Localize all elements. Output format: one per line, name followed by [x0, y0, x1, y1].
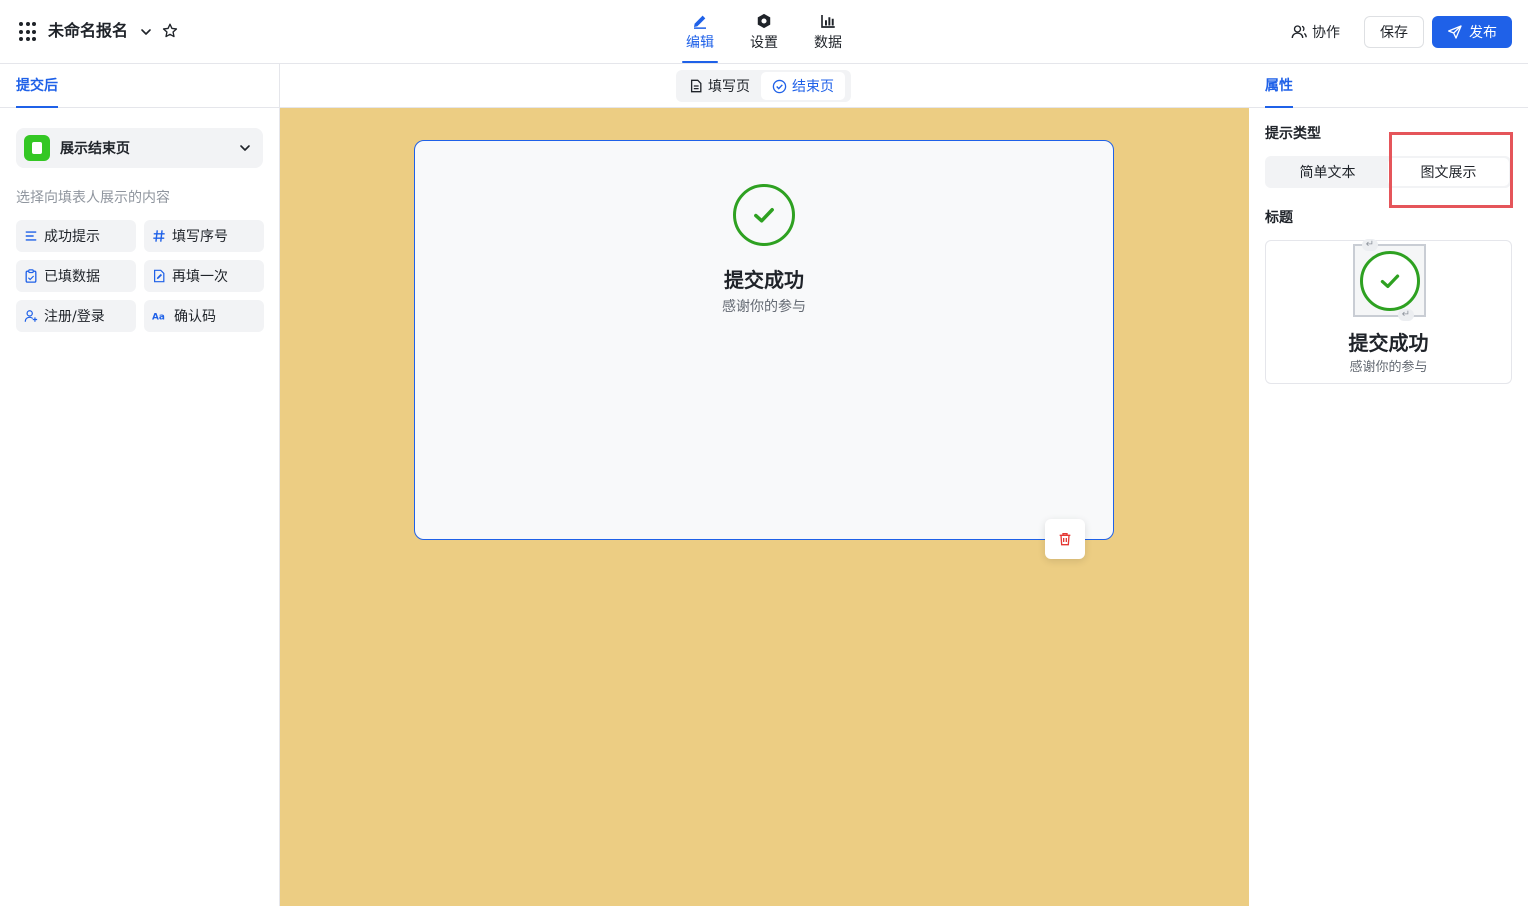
delete-button[interactable] — [1045, 519, 1085, 559]
endpage-select-value: 展示结束页 — [60, 141, 130, 157]
toggle-end-page-label: 结束页 — [792, 79, 834, 95]
left-tabbar: 提交后 — [0, 64, 279, 108]
lines-icon — [25, 231, 37, 241]
bar-chart-icon — [821, 15, 835, 28]
chevron-down-icon[interactable] — [138, 24, 154, 40]
toggle-end-page[interactable]: 结束页 — [761, 72, 845, 100]
clipboard-icon — [25, 269, 37, 283]
card-subtitle[interactable]: 感谢你的参与 — [415, 297, 1113, 317]
trash-icon — [1059, 533, 1071, 546]
right-panel: 属性 提示类型 简单文本 图文展示 标题 ↵ ↵ 提交成功 感谢你的参与 — [1249, 64, 1528, 906]
publish-button[interactable]: 发布 — [1432, 16, 1512, 48]
endpage-icon — [24, 135, 50, 161]
tab-edit[interactable]: 编辑 — [680, 10, 720, 63]
hash-icon — [153, 230, 165, 242]
text-aa-icon: Aa — [152, 313, 165, 323]
send-icon — [1448, 25, 1462, 39]
tab-settings[interactable]: 设置 — [744, 10, 784, 60]
title-preview[interactable]: ↵ ↵ 提交成功 感谢你的参与 — [1265, 239, 1512, 384]
option-image-text[interactable]: 图文展示 — [1388, 158, 1509, 186]
chip-register-login[interactable]: 注册/登录 — [16, 300, 136, 332]
collaborate-button[interactable]: 协作 — [1290, 20, 1340, 44]
chip-confirm-code[interactable]: Aa 确认码 — [144, 300, 264, 332]
save-button[interactable]: 保存 — [1364, 16, 1424, 48]
title-label: 标题 — [1265, 210, 1293, 226]
option-simple-text[interactable]: 简单文本 — [1267, 158, 1388, 186]
top-header: 未命名报名 编辑 设置 数据 协作 保存 发布 — [0, 0, 1528, 64]
card-title[interactable]: 提交成功 — [415, 266, 1113, 294]
collaborate-label: 协作 — [1312, 25, 1340, 41]
publish-label: 发布 — [1469, 25, 1497, 41]
success-check-icon — [1359, 250, 1420, 311]
preview-image[interactable] — [1353, 244, 1426, 317]
chevron-down-icon — [240, 145, 250, 151]
star-icon[interactable] — [161, 22, 179, 40]
tab-settings-label: 设置 — [750, 35, 778, 51]
pencil-icon — [694, 15, 706, 29]
success-check-icon — [733, 184, 795, 246]
apps-grid-icon[interactable] — [19, 22, 39, 42]
chip-label: 注册/登录 — [44, 309, 105, 325]
svg-text:Aa: Aa — [152, 313, 165, 323]
chip-label: 再填一次 — [172, 269, 228, 285]
toggle-fill-page-label: 填写页 — [708, 79, 750, 95]
endpage-select[interactable]: 展示结束页 — [16, 128, 263, 168]
form-title[interactable]: 未命名报名 — [48, 20, 128, 42]
settings-icon — [757, 13, 771, 29]
left-panel: 提交后 展示结束页 选择向填表人展示的内容 成功提示 填写序号 已填数据 再填一… — [0, 64, 280, 906]
preview-subtitle[interactable]: 感谢你的参与 — [1266, 359, 1511, 377]
preview-title[interactable]: 提交成功 — [1266, 329, 1511, 357]
content-hint: 选择向填表人展示的内容 — [16, 190, 170, 206]
return-icon: ↵ — [1398, 309, 1414, 321]
chip-serial-number[interactable]: 填写序号 — [144, 220, 264, 252]
users-icon — [1291, 25, 1307, 39]
canvas-toolbar: 填写页 结束页 — [280, 64, 1249, 108]
chip-label: 已填数据 — [44, 269, 100, 285]
end-page-card[interactable]: 提交成功 感谢你的参与 — [414, 140, 1114, 540]
tab-after-submit[interactable]: 提交后 — [16, 76, 58, 108]
tab-data-label: 数据 — [814, 35, 842, 51]
canvas-area: 填写页 结束页 提交成功 感谢你的参与 — [280, 64, 1249, 906]
chip-label: 成功提示 — [44, 229, 100, 245]
tab-edit-label: 编辑 — [686, 35, 714, 51]
user-add-icon — [24, 310, 38, 322]
prompt-type-label: 提示类型 — [1265, 126, 1321, 142]
chip-success-tip[interactable]: 成功提示 — [16, 220, 136, 252]
chip-label: 填写序号 — [172, 229, 228, 245]
prompt-type-toggle: 简单文本 图文展示 — [1265, 156, 1511, 188]
page-toggle: 填写页 结束页 — [676, 70, 851, 102]
chip-filled-data[interactable]: 已填数据 — [16, 260, 136, 292]
edit-doc-icon — [154, 269, 165, 283]
tab-data[interactable]: 数据 — [808, 10, 848, 60]
right-tabbar: 属性 — [1249, 64, 1528, 108]
toggle-fill-page[interactable]: 填写页 — [678, 72, 761, 100]
return-icon: ↵ — [1362, 239, 1378, 251]
tab-properties[interactable]: 属性 — [1265, 76, 1293, 108]
chip-fill-again[interactable]: 再填一次 — [144, 260, 264, 292]
check-circle-icon — [772, 79, 787, 93]
document-icon — [690, 79, 702, 93]
chip-label: 确认码 — [174, 309, 216, 325]
